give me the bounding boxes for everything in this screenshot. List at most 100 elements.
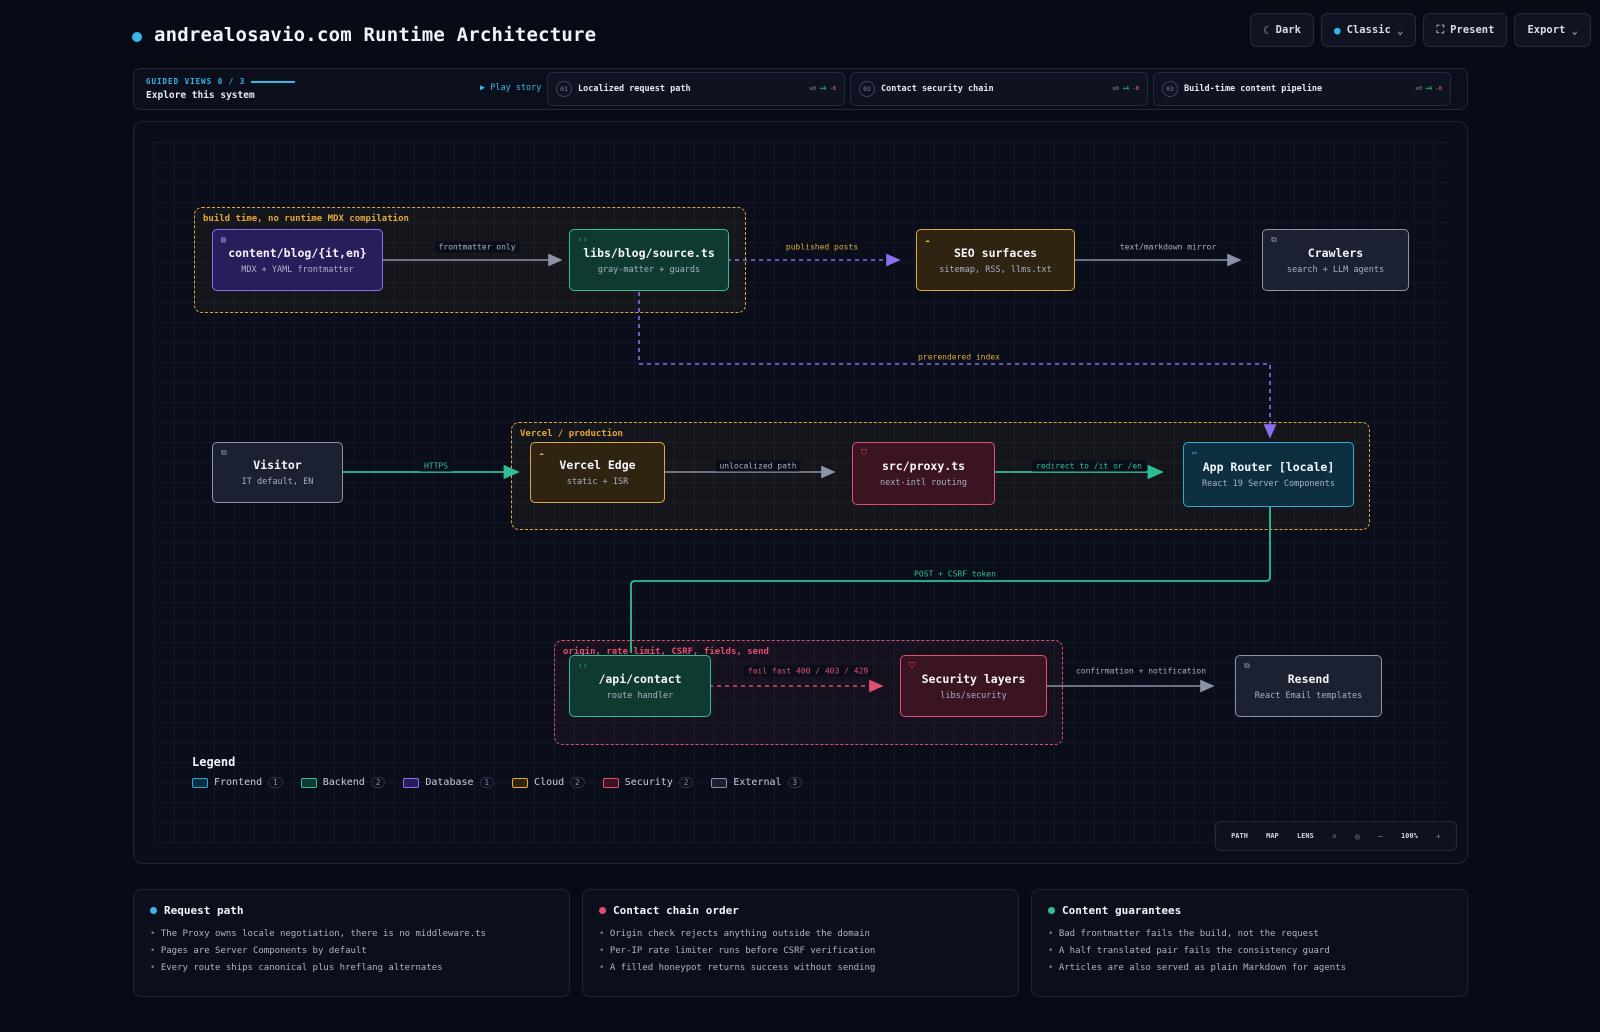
node-proxy[interactable]: ⛉ src/proxy.ts next-intl routing	[852, 442, 995, 505]
info-card-content-guarantees: Content guarantees Bad frontmatter fails…	[1031, 889, 1468, 997]
page-title: andrealosavio.com Runtime Architecture	[154, 24, 597, 46]
legend-title: Legend	[192, 755, 236, 769]
guided-view-stats: ≡8 +4 -8	[1416, 86, 1443, 92]
node-content-blog[interactable]: ▤ content/blog/{it,en} MDX + YAML frontm…	[212, 229, 383, 291]
legend-count: 1	[479, 777, 495, 788]
guided-view-2[interactable]: 02 Contact security chain ≡8 +4 -8	[850, 72, 1148, 106]
list-item: A filled honeypot returns success withou…	[599, 960, 1002, 977]
info-card-title: Request path	[150, 904, 553, 917]
guided-views-bar: GUIDED VIEWS 0 / 3 Explore this system ▶…	[133, 68, 1468, 110]
list-item: Articles are also served as plain Markdo…	[1048, 960, 1451, 977]
guided-view-stats: ≡8 +4 -8	[810, 86, 837, 92]
legend-item-frontend[interactable]: Frontend 1	[192, 777, 283, 788]
node-seo-surfaces[interactable]: ☁ SEO surfaces sitemap, RSS, llms.txt	[916, 229, 1075, 291]
node-vercel-edge[interactable]: ☁ Vercel Edge static + ISR	[530, 442, 665, 503]
node-crawlers[interactable]: ⧉ Crawlers search + LLM agents	[1262, 229, 1409, 291]
guided-label: GUIDED VIEWS 0 / 3	[146, 77, 296, 86]
legend-label: Security	[624, 777, 673, 788]
node-subtitle: MDX + YAML frontmatter	[241, 264, 354, 275]
edge-label-prerendered-index: prerendered index	[914, 351, 1004, 363]
edge-label-published-posts: published posts	[781, 241, 863, 253]
zoom-in-button[interactable]: +	[1436, 832, 1441, 841]
legend-label: Cloud	[534, 777, 565, 788]
stat-b: +4	[819, 86, 827, 92]
list-item: Bad frontmatter fails the build, not the…	[1048, 926, 1451, 943]
legend-item-external[interactable]: External 3	[711, 777, 803, 788]
list-item: Per-IP rate limiter runs before CSRF ver…	[599, 943, 1002, 960]
node-visitor[interactable]: ⧉ Visitor IT default, EN	[212, 442, 343, 503]
theme-dark-button[interactable]: ☾ Dark	[1250, 13, 1314, 47]
legend-item-database[interactable]: Database 1	[403, 777, 495, 788]
node-subtitle: IT default, EN	[241, 477, 314, 487]
legend-item-backend[interactable]: Backend 2	[300, 777, 386, 788]
node-title: content/blog/{it,en}	[228, 245, 367, 260]
node-title: /api/contact	[598, 671, 682, 686]
shield-icon: ⛉	[909, 661, 915, 670]
info-card-title-text: Contact chain order	[613, 904, 739, 917]
node-api-contact[interactable]: ‹› /api/contact route handler	[569, 655, 711, 717]
circle-icon: ●	[1333, 23, 1341, 37]
info-card-title-text: Content guarantees	[1062, 904, 1182, 917]
stat-b: +4	[1122, 86, 1130, 92]
stat-a: ≡8	[1415, 86, 1423, 92]
list-item: A half translated pair fails the consist…	[1048, 943, 1451, 960]
status-dot	[150, 907, 157, 914]
node-app-router[interactable]: ▭ App Router [locale] React 19 Server Co…	[1183, 442, 1354, 507]
guided-view-title: Localized request path	[578, 84, 691, 94]
guided-view-1[interactable]: 01 Localized request path ≡8 +4 -8	[547, 72, 845, 106]
style-classic-button[interactable]: ● Classic ⌄	[1320, 13, 1417, 47]
node-security-layers[interactable]: ⛉ Security layers libs/security	[900, 655, 1047, 717]
diagram-canvas[interactable]: build time, no runtime MDX compilation V…	[133, 121, 1468, 864]
fit-view-icon[interactable]: ◎	[1355, 832, 1360, 841]
node-resend[interactable]: ⧉ Resend React Email templates	[1235, 655, 1382, 717]
guided-intro: GUIDED VIEWS 0 / 3 Explore this system	[146, 77, 296, 101]
zoom-out-button[interactable]: −	[1378, 832, 1383, 841]
info-card-list: Bad frontmatter fails the build, not the…	[1048, 926, 1451, 977]
path-mode-button[interactable]: PATH	[1231, 832, 1248, 840]
node-subtitle: sitemap, RSS, llms.txt	[939, 264, 1052, 275]
edge-prerendered-index	[638, 292, 1277, 439]
map-mode-button[interactable]: MAP	[1266, 832, 1279, 840]
edge-label-confirmation: confirmation + notification	[1071, 665, 1211, 677]
search-icon[interactable]: ⌕	[1332, 832, 1337, 841]
cloud-icon: ☁	[539, 448, 544, 457]
legend-item-cloud[interactable]: Cloud 2	[512, 777, 585, 788]
node-title: Visitor	[253, 458, 302, 472]
edge-label-fail-fast: fail fast 400 / 403 / 429	[743, 665, 873, 677]
style-classic-label: Classic	[1346, 24, 1391, 36]
guided-view-3[interactable]: 03 Build-time content pipeline ≡8 +4 -8	[1153, 72, 1451, 106]
edge-label-redirect: redirect to /it or /en	[1032, 460, 1146, 472]
guided-subtitle: Explore this system	[146, 90, 255, 101]
guided-view-number: 02	[859, 81, 875, 97]
node-subtitle: next-intl routing	[880, 478, 967, 488]
legend-items: Frontend 1 Backend 2 Database 1 Cloud 2 …	[192, 777, 803, 788]
edge-label-unlocalized: unlocalized path	[715, 460, 801, 472]
stat-c: -8	[1435, 86, 1442, 92]
guided-view-title: Contact security chain	[881, 84, 994, 94]
zoom-level: 100%	[1400, 832, 1418, 840]
chevron-down-icon: ⌄	[1571, 23, 1578, 37]
info-card-list: Origin check rejects anything outside th…	[599, 926, 1002, 977]
node-subtitle: libs/security	[940, 690, 1007, 701]
export-button[interactable]: Export ⌄	[1514, 13, 1591, 47]
legend-item-security[interactable]: Security 2	[602, 777, 694, 788]
node-title: App Router [locale]	[1202, 460, 1335, 474]
lens-mode-button[interactable]: LENS	[1297, 832, 1314, 840]
play-story-button[interactable]: ▶ Play story	[480, 83, 541, 93]
external-link-icon: ⧉	[221, 448, 227, 457]
guided-view-stats: ≡8 +4 -8	[1113, 86, 1140, 92]
export-label: Export	[1527, 24, 1566, 36]
fullscreen-icon: ⛶	[1436, 23, 1445, 36]
info-card-request-path: Request path The Proxy owns locale negot…	[133, 889, 570, 997]
cloud-icon: ☁	[925, 235, 930, 244]
canvas-toolbar: PATH MAP LENS ⌕ ◎ − 100% +	[1215, 821, 1457, 851]
node-title: SEO surfaces	[953, 245, 1038, 260]
guided-label-text: GUIDED VIEWS 0 / 3	[146, 77, 246, 86]
title-status-dot	[132, 32, 142, 42]
shield-icon: ⛉	[861, 448, 867, 457]
present-button[interactable]: ⛶ Present	[1423, 13, 1508, 47]
legend-label: Backend	[322, 777, 365, 788]
info-card-title: Content guarantees	[1048, 904, 1451, 917]
info-card-title: Contact chain order	[599, 904, 1002, 917]
node-blog-source[interactable]: ‹› libs/blog/source.ts gray-matter + gua…	[569, 229, 729, 291]
